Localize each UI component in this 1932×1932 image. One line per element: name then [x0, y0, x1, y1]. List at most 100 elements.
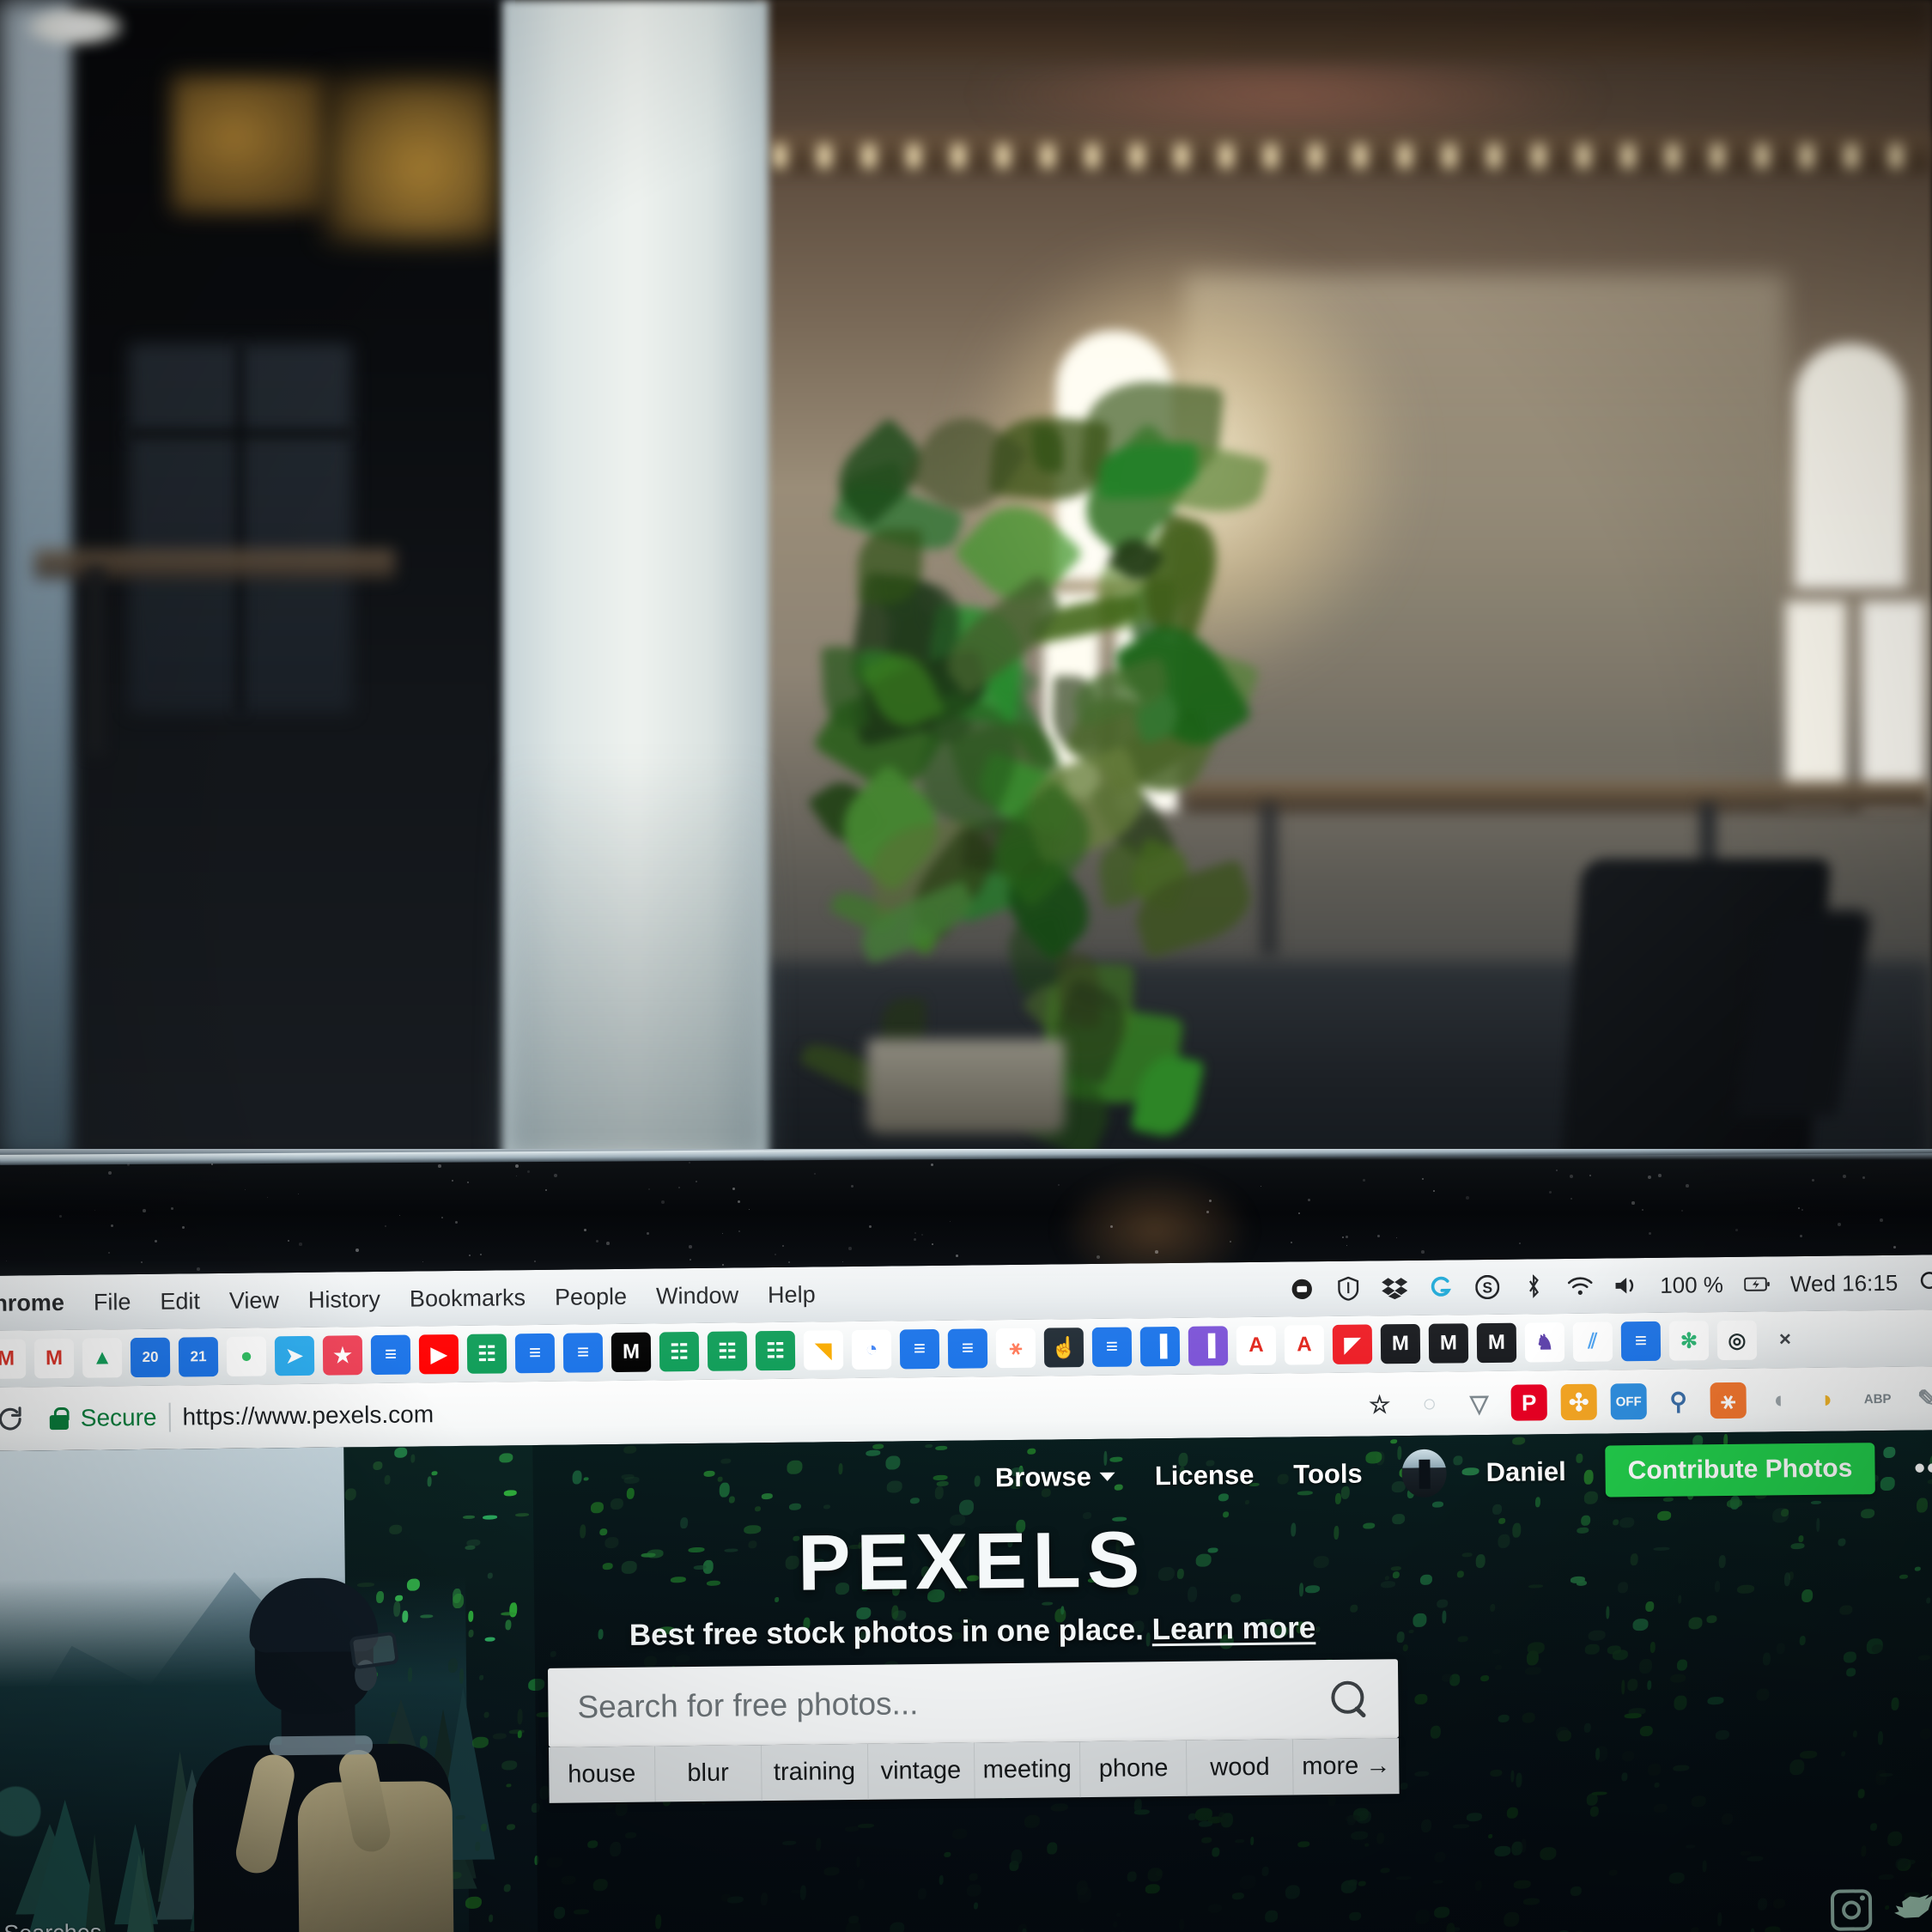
search-console-bookmark[interactable]: ◔: [851, 1329, 892, 1370]
extension-icons[interactable]: ☆ ○ ▽ P ✣ OFF ⚲ ⚹ ◖ ◗ ABP ✎: [1361, 1380, 1932, 1423]
tag-chip[interactable]: phone: [1080, 1740, 1188, 1798]
dropbox-icon[interactable]: [1382, 1275, 1408, 1301]
wifi-icon[interactable]: [1567, 1273, 1593, 1299]
off-toggle-icon[interactable]: OFF: [1610, 1383, 1647, 1420]
skype-icon[interactable]: S: [1474, 1274, 1500, 1300]
adobe-2-bookmark[interactable]: A: [1284, 1325, 1325, 1365]
chevron-down-icon: [1099, 1472, 1115, 1481]
logitech-g-icon[interactable]: [1428, 1274, 1454, 1300]
contribute-photos-button[interactable]: Contribute Photos: [1605, 1443, 1875, 1498]
hubspot-sales-icon[interactable]: ⚹: [1710, 1382, 1747, 1419]
analytics-purple-bookmark[interactable]: ▐: [1188, 1326, 1229, 1366]
user-avatar[interactable]: [1401, 1449, 1447, 1498]
hubspot-bookmark[interactable]: ⚹: [995, 1327, 1036, 1369]
instagram-icon[interactable]: [1830, 1889, 1873, 1931]
ahrefs-toolbar-icon[interactable]: ✣: [1560, 1383, 1597, 1421]
google-docs-3-bookmark[interactable]: ≡: [899, 1328, 940, 1370]
gmail-bookmark[interactable]: M: [0, 1339, 27, 1379]
google-sheets-3-bookmark[interactable]: ☷: [707, 1331, 748, 1371]
twitter-icon[interactable]: [1894, 1893, 1932, 1925]
adobe-red-bookmark[interactable]: ◤: [1332, 1324, 1373, 1364]
horse-bookmark[interactable]: ♞: [1524, 1322, 1565, 1363]
medium-bookmark[interactable]: M: [611, 1332, 652, 1373]
svg-text:S: S: [1482, 1279, 1492, 1296]
shutterstock-bookmark[interactable]: ✻: [1668, 1321, 1710, 1361]
evernote-bookmark[interactable]: ●: [226, 1336, 267, 1376]
tag-chip[interactable]: vintage: [867, 1742, 975, 1800]
data-studio-bookmark[interactable]: ▐: [1139, 1326, 1181, 1367]
username-label[interactable]: Daniel: [1485, 1456, 1565, 1488]
tag-chip[interactable]: more →: [1293, 1738, 1400, 1795]
overflow-menu-icon[interactable]: ••: [1914, 1449, 1932, 1485]
menu-history[interactable]: History: [308, 1285, 380, 1313]
search-icon[interactable]: [1918, 1269, 1932, 1295]
menu-edit[interactable]: Edit: [160, 1288, 200, 1315]
search-input[interactable]: Search for free photos...: [547, 1659, 1399, 1747]
volume-icon[interactable]: [1613, 1273, 1639, 1298]
bookmark-star-icon[interactable]: ☆: [1361, 1386, 1397, 1422]
nav-tools[interactable]: Tools: [1293, 1459, 1363, 1491]
google-drive-bookmark[interactable]: ▲: [82, 1338, 123, 1378]
menu-bookmarks[interactable]: Bookmarks: [410, 1285, 526, 1312]
medium-2-bookmark[interactable]: M: [1380, 1323, 1421, 1364]
gmail-2-bookmark[interactable]: M: [33, 1338, 75, 1379]
search-icon[interactable]: [1329, 1680, 1369, 1719]
popular-tags-row[interactable]: house blur training vintage meeting phone wood…: [548, 1738, 1400, 1803]
telegram-bookmark[interactable]: ➤: [274, 1335, 315, 1376]
google-analytics-bookmark[interactable]: ◥: [803, 1330, 844, 1370]
google-docs-blue-bookmark[interactable]: ≡: [370, 1334, 411, 1376]
nav-browse[interactable]: Browse: [995, 1461, 1115, 1494]
menu-window[interactable]: Window: [656, 1282, 738, 1309]
youtube-bookmark[interactable]: ▶: [418, 1334, 459, 1375]
google-docs-2-bookmark[interactable]: ≡: [562, 1333, 604, 1373]
menu-file[interactable]: File: [94, 1289, 131, 1315]
google-docs-6-bookmark[interactable]: ≡: [1620, 1321, 1662, 1362]
google-sheets-4-bookmark[interactable]: ☷: [755, 1330, 796, 1371]
bluetooth-icon[interactable]: [1521, 1273, 1546, 1299]
pinterest-save-icon[interactable]: P: [1510, 1384, 1547, 1421]
google-calendar-20-bookmark[interactable]: 20: [130, 1337, 171, 1378]
menu-help[interactable]: Help: [768, 1281, 816, 1309]
tag-chip[interactable]: blur: [654, 1745, 762, 1802]
video-camera-icon[interactable]: [1289, 1276, 1315, 1302]
divider: [168, 1402, 171, 1432]
google-docs-4-bookmark[interactable]: ≡: [947, 1328, 988, 1369]
tag-chip[interactable]: wood: [1187, 1739, 1294, 1796]
learn-more-link[interactable]: Learn more: [1151, 1611, 1315, 1646]
vpn-shield-icon[interactable]: [1335, 1276, 1361, 1302]
tag-chip[interactable]: meeting: [974, 1741, 1082, 1799]
notes-extension-icon[interactable]: ✎: [1909, 1380, 1932, 1416]
grammarly-icon[interactable]: ○: [1411, 1386, 1447, 1422]
google-sheets-2-bookmark[interactable]: ☷: [659, 1331, 700, 1372]
address-bar[interactable]: Secure https://www.pexels.com: [49, 1400, 434, 1433]
adobe-bookmark[interactable]: A: [1236, 1325, 1277, 1366]
url-text[interactable]: https://www.pexels.com: [182, 1400, 434, 1431]
pocket-save-icon[interactable]: ▽: [1461, 1385, 1497, 1421]
menu-people[interactable]: People: [555, 1283, 627, 1310]
menu-view[interactable]: View: [229, 1287, 279, 1315]
steemit-bookmark[interactable]: ⫽: [1572, 1321, 1613, 1362]
google-docs-bookmark[interactable]: ≡: [514, 1333, 556, 1374]
reload-icon[interactable]: [0, 1401, 27, 1436]
aperture-bookmark[interactable]: ◎: [1716, 1320, 1758, 1361]
ceiling-string-lights: [773, 144, 1923, 168]
pexels-homepage: Browse License Tools Daniel Contribute P…: [0, 1430, 1932, 1932]
tag-chip[interactable]: training: [761, 1743, 869, 1801]
battery-charging-icon[interactable]: [1743, 1271, 1770, 1297]
medium-3-bookmark[interactable]: M: [1428, 1323, 1469, 1364]
nav-license[interactable]: License: [1155, 1460, 1255, 1492]
pocket-bookmark[interactable]: ★: [322, 1335, 363, 1376]
adblock-plus-icon[interactable]: ABP: [1859, 1381, 1895, 1417]
cursor-app-bookmark[interactable]: ☝: [1043, 1327, 1084, 1368]
overflow-close-bookmark[interactable]: ×: [1765, 1320, 1805, 1359]
google-calendar-21-bookmark[interactable]: 21: [178, 1337, 219, 1377]
honey-icon[interactable]: ◗: [1809, 1382, 1845, 1418]
menu-chrome[interactable]: hrome: [0, 1289, 64, 1316]
google-docs-5-bookmark[interactable]: ≡: [1091, 1327, 1133, 1368]
site-navigation: Browse License Tools Daniel Contribute P…: [995, 1442, 1932, 1504]
tag-chip[interactable]: house: [548, 1746, 656, 1803]
ghostery-icon[interactable]: ◖: [1759, 1382, 1795, 1418]
medium-4-bookmark[interactable]: M: [1476, 1322, 1517, 1364]
similarweb-icon[interactable]: ⚲: [1660, 1382, 1696, 1419]
google-sheets-bookmark[interactable]: ☷: [466, 1334, 507, 1374]
